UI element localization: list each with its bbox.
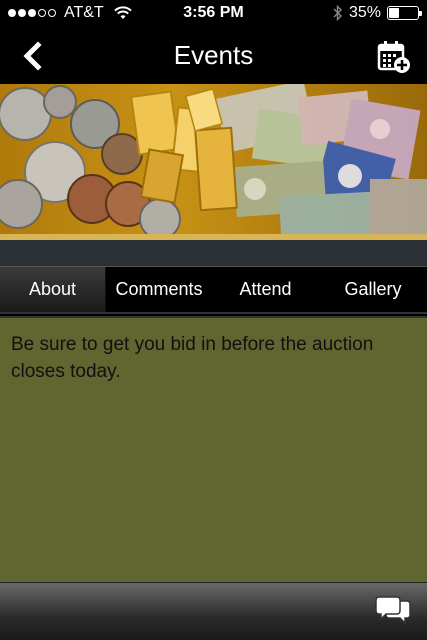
page-title: Events [173, 40, 254, 70]
battery-percent: 35% [348, 4, 381, 21]
banner-spacer [0, 240, 427, 266]
event-tabs: About Comments Attend Gallery [0, 266, 427, 314]
coins-gold-bars-banknotes-illustration [0, 84, 427, 236]
battery-level [389, 8, 399, 18]
calendar-add-icon[interactable] [377, 40, 411, 74]
status-bar: AT&T 3:56 PM 35% [0, 0, 427, 28]
nav-bar: Events [0, 28, 427, 84]
bottom-toolbar [0, 582, 427, 640]
tab-attend[interactable]: Attend [212, 267, 319, 312]
tab-about[interactable]: About [0, 267, 106, 312]
about-content-panel: Be sure to get you bid in before the auc… [0, 316, 427, 582]
chat-bubbles-icon[interactable] [375, 595, 411, 629]
about-description: Be sure to get you bid in before the auc… [11, 334, 374, 382]
battery-icon [387, 6, 422, 20]
event-banner-image [0, 84, 427, 236]
tab-gallery[interactable]: Gallery [319, 267, 427, 312]
bluetooth-icon [333, 5, 342, 21]
tab-comments[interactable]: Comments [106, 267, 212, 312]
status-right: 35% [333, 4, 422, 22]
